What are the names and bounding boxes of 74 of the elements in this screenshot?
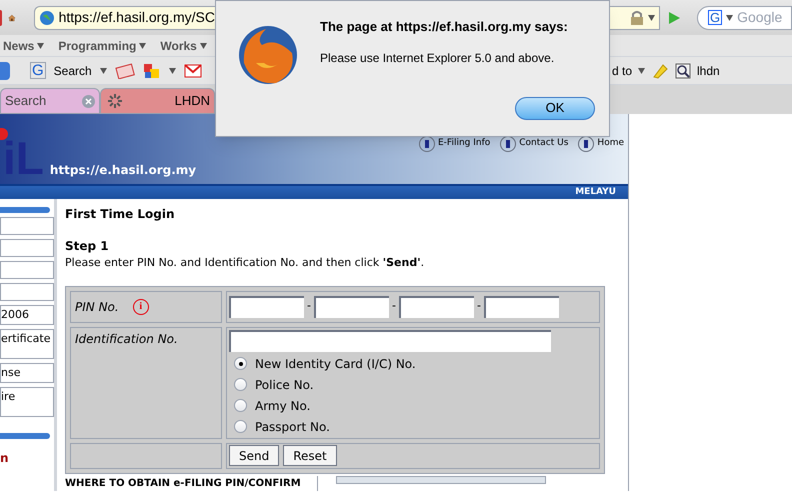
caret-icon — [638, 68, 646, 74]
id-field[interactable] — [229, 330, 551, 352]
globe-icon — [38, 10, 55, 26]
pin-field[interactable] — [484, 296, 559, 318]
menu-header-bar — [0, 433, 50, 439]
language-link[interactable]: MELAYU — [575, 186, 616, 200]
radio-button[interactable] — [234, 399, 247, 412]
radio-label: New Identity Card (I/C) No. — [255, 356, 416, 372]
engine-logo[interactable]: G — [708, 10, 722, 25]
engine-logo[interactable]: G — [30, 62, 46, 79]
search-icon[interactable] — [675, 62, 692, 78]
menu-item[interactable] — [0, 283, 54, 301]
search-field[interactable]: G Google — [697, 6, 792, 30]
caret-icon — [200, 42, 207, 48]
pin-field[interactable] — [398, 296, 474, 318]
caret-icon — [37, 42, 44, 48]
url-field[interactable]: https://ef.hasil.org.my/SC — [34, 6, 215, 30]
pin-field[interactable] — [229, 296, 304, 318]
dialog-title: The page at https://ef.hasil.org.my says: — [320, 18, 569, 36]
ok-button[interactable]: OK — [515, 96, 595, 120]
radio-button[interactable] — [234, 378, 247, 391]
id-label: Identification No. — [75, 332, 178, 346]
menu-item[interactable]: nse — [0, 363, 54, 383]
dialog-message: Please use Internet Explorer 5.0 and above. — [320, 50, 556, 66]
menu-item[interactable] — [0, 261, 54, 279]
search-button[interactable]: Search — [54, 62, 92, 80]
pin-label: PIN No. — [75, 298, 119, 316]
browser-tab[interactable]: Search — [0, 88, 100, 114]
menu-item[interactable] — [0, 239, 54, 257]
lock-icon — [629, 10, 645, 24]
separator-text: - — [392, 298, 396, 314]
radio-label: Army No. — [255, 398, 310, 414]
bookmark-menu[interactable]: Programming — [58, 36, 146, 54]
toolbar-label[interactable]: d to — [612, 62, 632, 80]
menu-item[interactable] — [0, 217, 54, 235]
link-icon — [506, 140, 510, 148]
highlighter-icon[interactable] — [651, 62, 670, 78]
info-icon: i — [132, 298, 149, 314]
radio-label: Passport No. — [255, 418, 330, 436]
caret-icon — [139, 42, 146, 48]
radio-button[interactable] — [234, 420, 247, 433]
form-button[interactable]: Send — [229, 445, 280, 466]
separator-text: - — [307, 298, 311, 314]
link-icon — [424, 140, 429, 148]
bookmark-menu[interactable]: Works — [160, 36, 207, 54]
caret-icon — [726, 14, 734, 20]
page-title: First Time Login — [65, 206, 176, 223]
instruction-text: Please enter PIN No. and Identification No. and then click 'Send'. — [65, 255, 426, 271]
separator-text: - — [476, 298, 481, 314]
menu-header-bar — [0, 207, 50, 213]
blocks-icon[interactable] — [142, 62, 161, 78]
link-icon — [584, 140, 588, 148]
menu-item[interactable]: ertificate — [0, 329, 54, 359]
form-button[interactable]: Reset — [283, 445, 337, 466]
caret-icon — [100, 68, 107, 74]
browser-logo-icon — [236, 23, 300, 87]
menu-section-title: n — [0, 450, 10, 467]
caret-icon — [168, 68, 176, 74]
menu-item[interactable]: ire — [0, 387, 54, 417]
section-heading: WHERE TO OBTAIN e-FILING PIN/CONFIRM — [65, 476, 318, 491]
site-url: https://e.hasil.org.my — [50, 162, 196, 179]
close-icon[interactable] — [82, 94, 95, 108]
menu-item[interactable]: 2006 — [0, 305, 54, 325]
card-icon[interactable] — [114, 62, 135, 78]
search-term[interactable]: lhdn — [697, 62, 720, 80]
bookmark-menu[interactable]: News — [3, 36, 44, 54]
radio-label: Police No. — [255, 376, 314, 394]
mail-icon[interactable] — [184, 64, 202, 78]
caret-icon — [648, 14, 655, 20]
pin-field[interactable] — [314, 296, 389, 318]
step-title: Step 1 — [65, 238, 110, 255]
radio-button[interactable] — [234, 357, 247, 370]
go-arrow-icon[interactable] — [666, 10, 682, 26]
browser-tab[interactable]: LHDN — [100, 88, 215, 114]
